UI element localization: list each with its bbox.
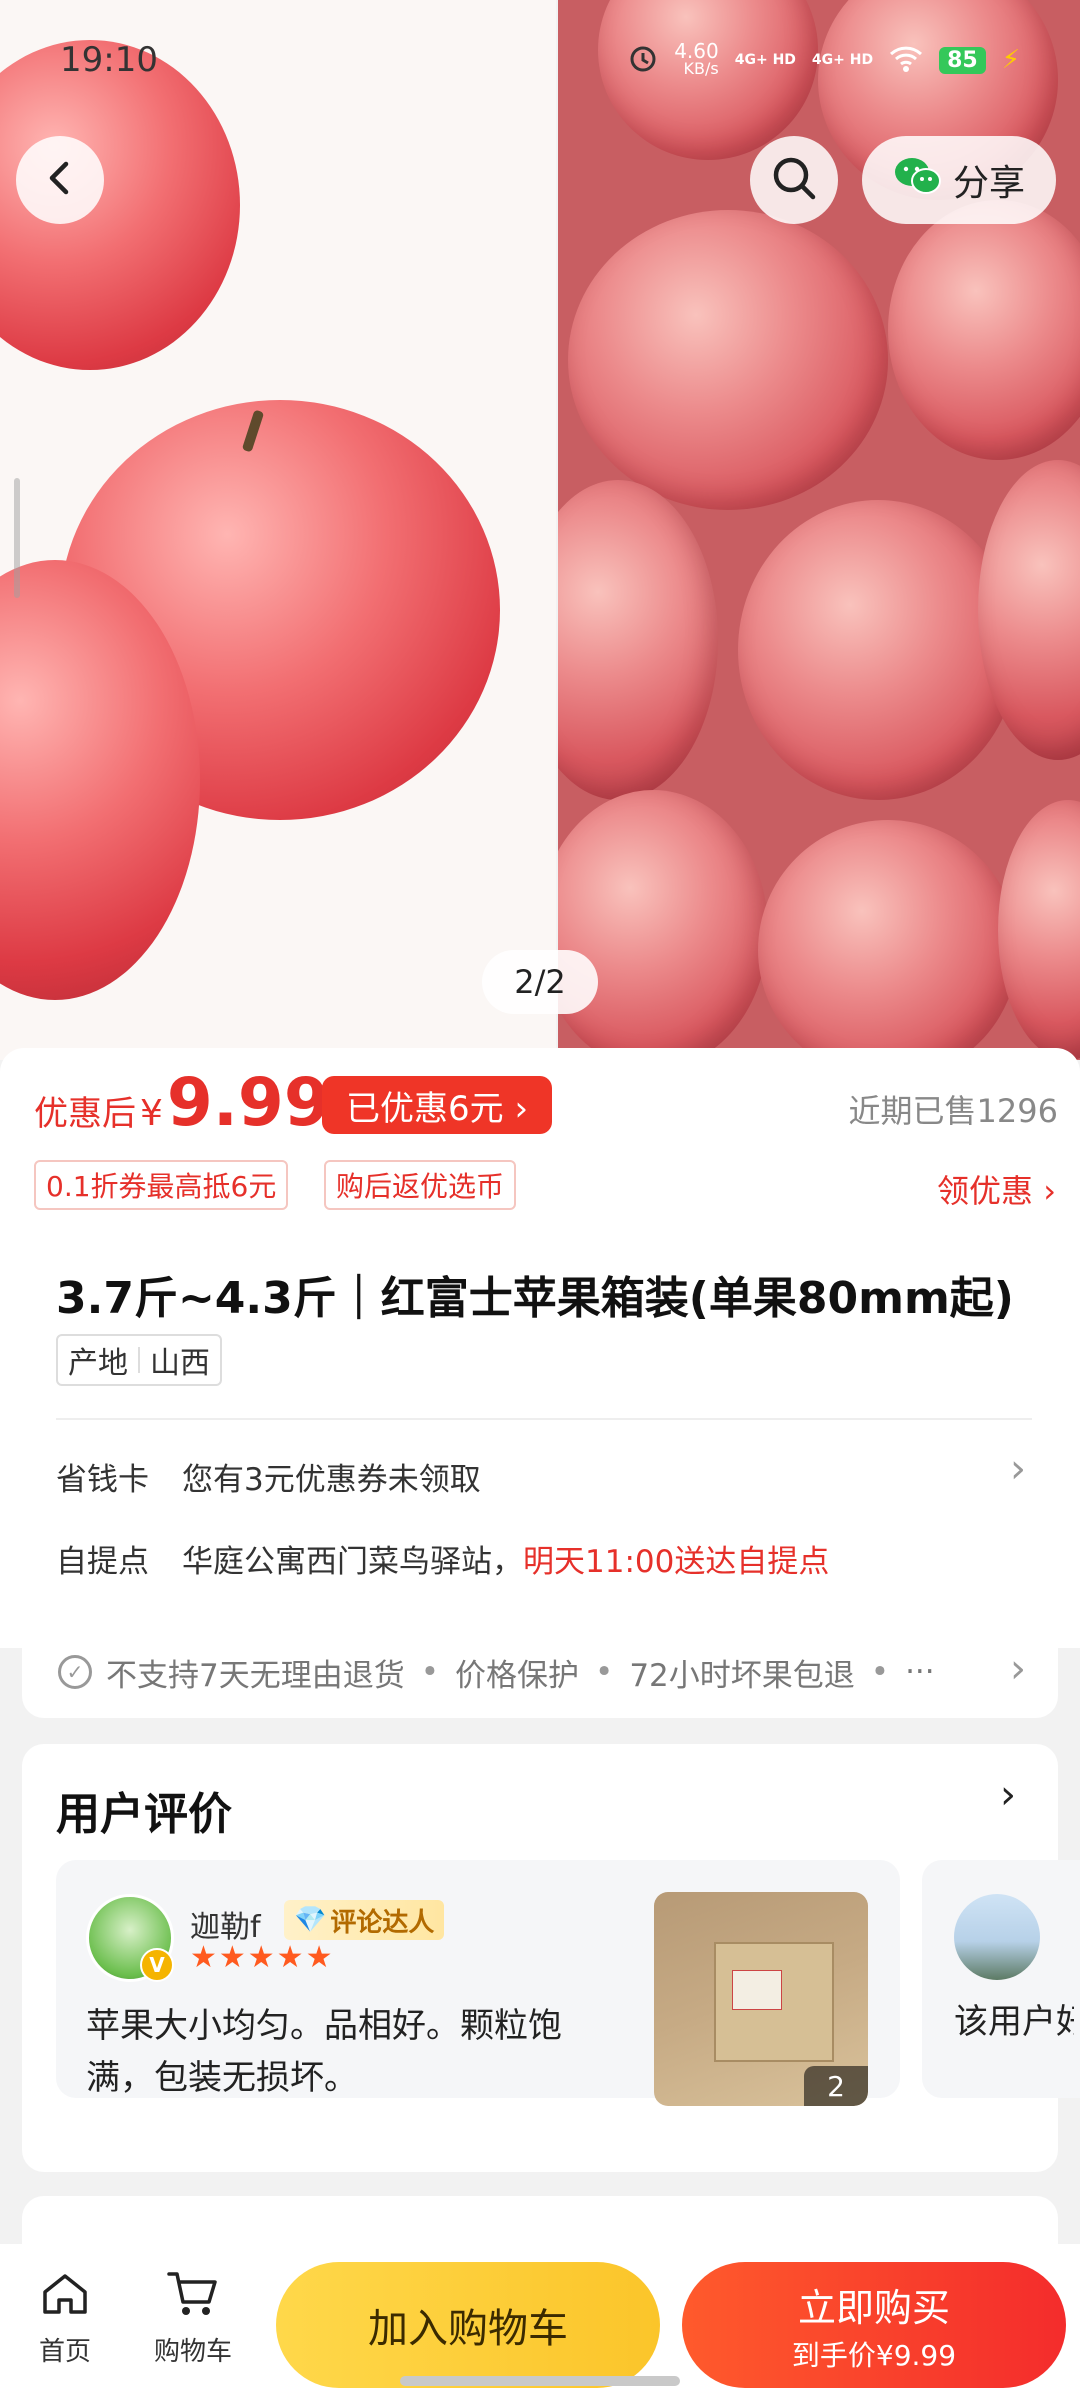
product-title: 3.7斤~4.3斤｜红富士苹果箱装(单果80mm起) — [56, 1273, 1014, 1324]
diamond-icon: 💎 — [294, 1905, 327, 1935]
chevron-right-icon[interactable]: › — [1010, 1446, 1026, 1492]
review-photo[interactable]: 2 — [654, 1892, 868, 2106]
guarantee-item-1: 不支持7天无理由退货 — [106, 1657, 405, 1694]
wechat-icon — [893, 155, 943, 206]
price-row: 优惠后 ¥ 9.99 — [34, 1064, 330, 1141]
chevron-left-icon — [40, 158, 80, 202]
home-indicator — [400, 2376, 680, 2386]
add-to-cart-button[interactable]: 加入购物车 — [276, 2262, 660, 2388]
rating-stars: ★★★★★ — [190, 1940, 335, 1975]
price-currency: ¥ — [140, 1093, 163, 1134]
status-icons: 4.60 KB/s 4G+ HD 4G+ HD 85 ⚡ — [628, 39, 1020, 78]
status-time: 19:10 — [60, 40, 158, 80]
price-prefix: 优惠后 — [34, 1094, 136, 1134]
sold-count: 近期已售1296 — [848, 1092, 1058, 1130]
guarantee-bar[interactable]: ✓ 不支持7天无理由退货 • 价格保护 • 72小时坏果包退 • ··· — [22, 1626, 1058, 1718]
cart-icon — [165, 2268, 221, 2331]
divider — [56, 1418, 1032, 1420]
origin-label: 产地 — [68, 1346, 128, 1381]
search-icon — [770, 154, 818, 206]
chevron-right-icon[interactable]: › — [1010, 1646, 1026, 1692]
origin-tag: 产地 山西 — [56, 1334, 222, 1386]
charging-icon: ⚡ — [1001, 45, 1020, 75]
get-coupon-link[interactable]: 领优惠 › — [937, 1166, 1056, 1212]
pickup-location: 华庭公寓西门菜鸟驿站， — [182, 1544, 523, 1580]
expert-badge-label: 评论达人 — [330, 1907, 435, 1938]
discount-detail-button[interactable]: 已优惠6元 › — [322, 1076, 553, 1134]
review-text: 该用户好评 — [954, 2002, 1074, 2042]
nav-home-label: 首页 — [38, 2337, 91, 2367]
nav-cart[interactable]: 购物车 — [138, 2268, 248, 2368]
signal-2: 4G+ HD — [811, 52, 874, 68]
guarantee-item-3: 72小时坏果包退 — [629, 1657, 855, 1694]
box-label-image — [732, 1970, 782, 2010]
search-button[interactable] — [750, 136, 838, 224]
verified-badge-icon: V — [140, 1948, 174, 1982]
avatar — [954, 1894, 1040, 1980]
back-button[interactable] — [16, 136, 104, 224]
reviews-title: 用户评价 — [56, 1789, 232, 1840]
share-button[interactable]: 分享 — [862, 136, 1056, 224]
pickup-eta: 明天11:00送达自提点 — [523, 1544, 830, 1580]
image-page-indicator: 2/2 — [482, 950, 598, 1014]
pickup-label: 自提点 — [56, 1544, 149, 1580]
savings-card-label: 省钱卡 — [56, 1462, 149, 1498]
separator-dot: • — [420, 1654, 440, 1690]
separator-dot: • — [870, 1654, 890, 1690]
wifi-icon — [889, 44, 923, 77]
reviews-more-chevron-icon[interactable]: › — [1000, 1772, 1016, 1818]
scroll-hint — [14, 478, 20, 598]
savings-card-row[interactable]: 您有3元优惠券未领取 — [182, 1454, 481, 1499]
check-circle-icon: ✓ — [58, 1655, 92, 1689]
buy-now-label: 立即购买 — [797, 2285, 950, 2330]
alarm-icon — [628, 43, 658, 78]
price-value: 9.99 — [166, 1064, 330, 1141]
pickup-row[interactable]: 华庭公寓西门菜鸟驿站，明天11:00送达自提点 — [182, 1536, 829, 1581]
guarantee-more: ··· — [905, 1654, 935, 1690]
nav-cart-label: 购物车 — [153, 2337, 232, 2367]
battery-level: 85 — [939, 46, 986, 74]
share-label: 分享 — [952, 163, 1025, 204]
rebate-tag: 购后返优选币 — [324, 1160, 517, 1210]
home-icon — [39, 2268, 91, 2331]
separator-dot: • — [595, 1654, 614, 1690]
photo-count: 2 — [804, 2066, 868, 2106]
coupon-tag: 0.1折券最高抵6元 — [34, 1160, 289, 1210]
speed-unit: KB/s — [683, 59, 719, 78]
speed-value: 4.60 — [674, 39, 719, 63]
final-price-label: 到手价¥9.99 — [791, 2338, 957, 2372]
expert-reviewer-badge: 💎 评论达人 — [284, 1900, 445, 1940]
nav-home[interactable]: 首页 — [10, 2268, 120, 2368]
review-text: 苹果大小均匀。品相好。颗粒饱满，包装无损坏。 — [86, 2006, 562, 2098]
buy-now-button[interactable]: 立即购买 到手价¥9.99 — [682, 2262, 1066, 2388]
signal-1: 4G+ HD — [734, 52, 796, 68]
guarantee-item-2: 价格保护 — [455, 1657, 580, 1694]
origin-value: 山西 — [150, 1346, 210, 1381]
network-speed: 4.60 KB/s — [674, 39, 719, 78]
